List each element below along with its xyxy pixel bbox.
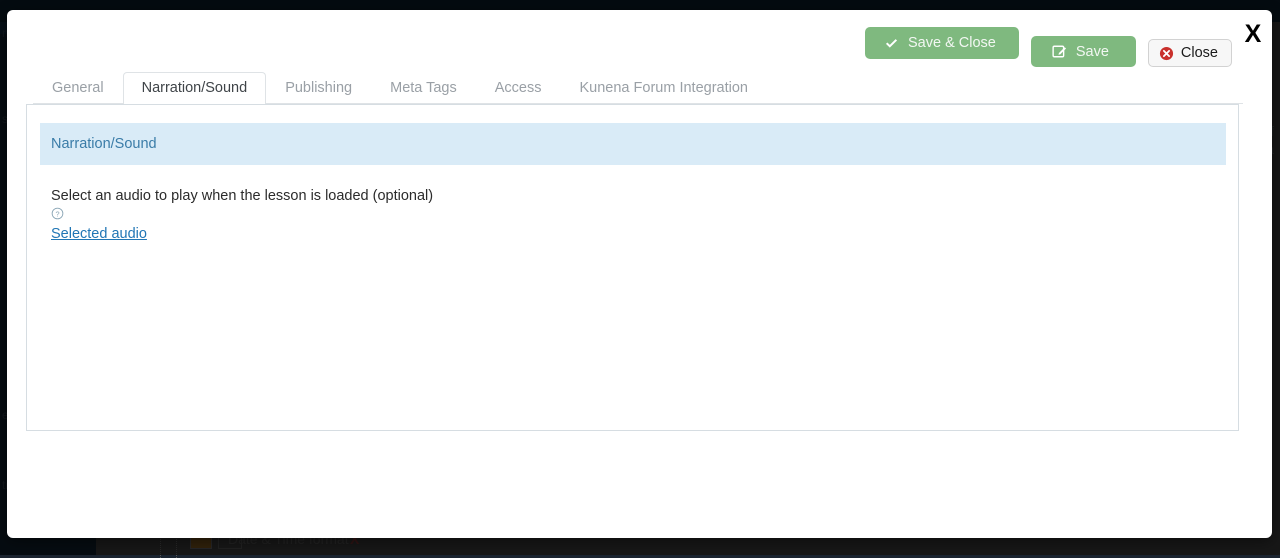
save-and-close-label: Save & Close bbox=[908, 35, 996, 51]
save-label: Save bbox=[1075, 43, 1109, 60]
modal-toolbar: Save & Close Save Close bbox=[865, 27, 1232, 67]
help-circle-icon[interactable]: ? bbox=[51, 207, 64, 225]
tab-access[interactable]: Access bbox=[476, 72, 561, 104]
window-close-x-button[interactable]: X bbox=[1234, 17, 1272, 51]
close-button[interactable]: Close bbox=[1147, 39, 1232, 67]
edit-pencil-icon bbox=[1052, 44, 1067, 59]
help-row: ? bbox=[51, 207, 1211, 224]
edit-lesson-modal: Save & Close Save Close General Narratio… bbox=[7, 10, 1272, 538]
narration-sound-panel: Narration/Sound Select an audio to play … bbox=[26, 104, 1239, 431]
modal-tabs: General Narration/Sound Publishing Meta … bbox=[33, 72, 1243, 104]
panel-heading-text: Narration/Sound bbox=[51, 136, 157, 152]
close-label: Close bbox=[1180, 45, 1218, 61]
save-and-close-button[interactable]: Save & Close bbox=[865, 27, 1019, 59]
close-circle-icon bbox=[1159, 46, 1174, 61]
panel-heading: Narration/Sound bbox=[40, 123, 1226, 165]
audio-field-group: Select an audio to play when the lesson … bbox=[51, 186, 1211, 244]
tab-narration-sound[interactable]: Narration/Sound bbox=[122, 72, 267, 104]
checkmark-icon bbox=[884, 36, 899, 51]
audio-field-label: Select an audio to play when the lesson … bbox=[51, 188, 434, 204]
tab-kunena-forum-integration[interactable]: Kunena Forum Integration bbox=[561, 72, 767, 104]
tab-meta-tags[interactable]: Meta Tags bbox=[371, 72, 476, 104]
tab-general[interactable]: General bbox=[33, 72, 123, 104]
save-button[interactable]: Save bbox=[1030, 36, 1136, 67]
svg-text:?: ? bbox=[55, 209, 59, 218]
tab-publishing[interactable]: Publishing bbox=[266, 72, 371, 104]
selected-audio-link[interactable]: Selected audio bbox=[51, 225, 147, 244]
